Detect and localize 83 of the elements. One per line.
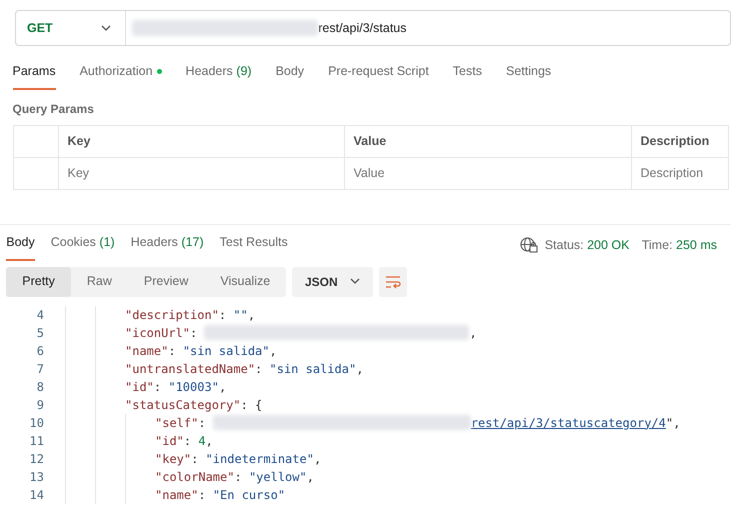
json-punctuation: :	[154, 378, 162, 396]
json-punctuation: ,	[356, 360, 364, 378]
json-punctuation: ,	[206, 432, 213, 450]
response-tab[interactable]: Headers (17)	[130, 232, 204, 260]
request-tab[interactable]: Headers (9)	[186, 62, 252, 90]
status-text: Status: 200 OK	[544, 236, 630, 254]
line-number: 9	[36, 396, 44, 414]
globe-lock-icon	[520, 236, 538, 253]
view-mode-tab[interactable]: Preview	[128, 266, 204, 297]
json-punctuation: :	[255, 360, 264, 378]
json-punctuation: :	[218, 306, 228, 324]
json-punctuation: ,	[469, 324, 477, 342]
response-tab[interactable]: Body	[6, 232, 35, 260]
json-punctuation: :	[198, 486, 207, 504]
json-number: 4	[198, 432, 206, 450]
json-key: "id"	[155, 432, 184, 450]
json-punctuation: ,	[218, 378, 226, 396]
method-dropdown[interactable]: GET	[16, 11, 126, 45]
param-input-field[interactable]: Description	[631, 157, 728, 190]
request-tab[interactable]: Tests	[452, 62, 482, 90]
response-tab[interactable]: Cookies (1)	[50, 232, 115, 260]
json-string: ""	[233, 306, 248, 324]
request-tab[interactable]: Body	[276, 62, 304, 90]
param-input-field[interactable]: Key	[58, 157, 344, 190]
url-field[interactable]: rest/api/3/status	[318, 18, 406, 38]
json-punctuation: ",	[666, 414, 680, 432]
time-text: Time: 250 ms	[642, 236, 717, 254]
json-punctuation: ,	[248, 306, 256, 324]
view-mode-tab[interactable]: Pretty	[6, 266, 71, 297]
column-header: Description	[631, 125, 728, 158]
json-punctuation: :	[190, 324, 198, 342]
line-number: 4	[36, 306, 44, 324]
wrap-lines-button[interactable]	[378, 266, 408, 297]
line-number: 11	[28, 432, 44, 450]
json-punctuation: ,	[306, 468, 314, 486]
json-string: "sin salida"	[182, 342, 270, 360]
json-punctuation: :	[198, 414, 207, 432]
json-punctuation: :	[184, 432, 192, 450]
line-number: 8	[36, 378, 44, 396]
url-link[interactable]: rest/api/3/statuscategory/4	[470, 414, 666, 432]
json-key: "id"	[125, 378, 154, 396]
json-string: "indeterminate"	[206, 450, 314, 468]
json-string: "10003"	[168, 378, 219, 396]
view-mode-tab[interactable]: Visualize	[204, 266, 286, 297]
json-string: "sin salida"	[270, 360, 356, 378]
view-mode-tab[interactable]: Raw	[70, 266, 128, 297]
request-tab[interactable]: Params	[12, 62, 56, 90]
caret-icon	[350, 278, 360, 286]
section-title: Query Params	[12, 100, 95, 118]
json-punctuation: ,	[270, 342, 277, 360]
json-key: "statusCategory"	[125, 396, 241, 414]
column-header: Value	[344, 125, 631, 158]
json-punctuation: :	[168, 342, 177, 360]
request-tab[interactable]: Pre-request Script	[328, 62, 429, 90]
column-header: Key	[58, 125, 344, 158]
json-key: "self"	[155, 414, 198, 432]
json-key: "iconUrl"	[125, 324, 190, 342]
line-number: 10	[28, 414, 44, 432]
json-key: "name"	[155, 486, 198, 504]
json-key: "untranslatedName"	[125, 360, 256, 378]
json-string: "En curso"	[212, 486, 286, 504]
response-tab[interactable]: Test Results	[220, 232, 288, 260]
caret-icon	[101, 24, 111, 32]
line-number: 7	[36, 360, 44, 378]
param-input-field[interactable]: Value	[344, 157, 631, 190]
json-punctuation: ,	[314, 450, 322, 468]
json-key: "colorName"	[155, 468, 234, 486]
request-tab[interactable]: Authorization	[80, 62, 162, 90]
json-punctuation: :	[191, 450, 200, 468]
request-tab[interactable]: Settings	[506, 62, 552, 90]
json-string: "yellow"	[248, 468, 307, 486]
wrap-lines-icon	[385, 275, 402, 290]
json-key: "key"	[155, 450, 192, 468]
line-number: 14	[28, 486, 44, 504]
json-punctuation: :	[234, 468, 243, 486]
json-punctuation: : {	[240, 396, 262, 414]
format-dropdown[interactable]: JSON	[292, 266, 373, 297]
line-number: 6	[36, 342, 44, 360]
json-key: "name"	[125, 342, 168, 360]
line-number: 13	[28, 468, 44, 486]
line-number: 5	[36, 324, 44, 342]
json-key: "description"	[125, 306, 219, 324]
line-number: 12	[28, 450, 44, 468]
